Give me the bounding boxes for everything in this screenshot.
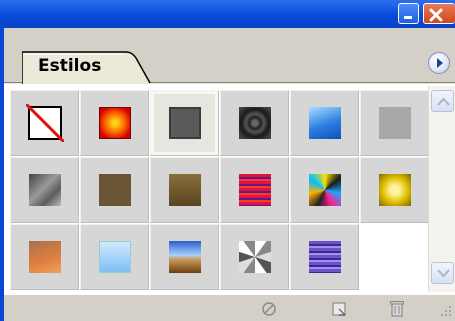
light-blue-swatch xyxy=(98,241,131,273)
light-gray-swatch xyxy=(378,107,411,139)
scroll-down-button[interactable] xyxy=(431,262,454,284)
style-none[interactable] xyxy=(10,90,79,156)
scroll-up-icon xyxy=(437,97,450,106)
style-black-ring[interactable] xyxy=(220,90,289,156)
styles-grid xyxy=(10,90,430,291)
resize-grip-icon[interactable] xyxy=(437,303,453,319)
brown-swatch xyxy=(98,174,131,206)
no-style-icon xyxy=(25,104,64,142)
style-landscape[interactable] xyxy=(150,224,219,290)
close-button[interactable] xyxy=(423,3,455,24)
style-light-blue[interactable] xyxy=(80,224,149,290)
dark-gray-swatch xyxy=(168,107,201,139)
scroll-down-icon xyxy=(437,269,450,278)
style-blue-gradient[interactable] xyxy=(290,90,359,156)
vertical-scrollbar[interactable] xyxy=(428,86,455,292)
black-ring-swatch xyxy=(238,107,271,139)
tab-estilos[interactable]: Estilos xyxy=(22,50,152,84)
landscape-swatch xyxy=(168,241,201,273)
scroll-up-button[interactable] xyxy=(431,90,454,112)
style-brown-square[interactable] xyxy=(80,157,149,223)
olive-gradient-swatch xyxy=(168,174,201,206)
gray-metal-swatch xyxy=(28,174,61,206)
sunset-swatch xyxy=(28,241,61,273)
window-titlebar[interactable] xyxy=(0,0,455,28)
tab-label: Estilos xyxy=(38,56,102,76)
red-glow-swatch xyxy=(98,107,131,139)
style-light-gray[interactable] xyxy=(360,90,429,156)
style-sunset-gradient[interactable] xyxy=(10,224,79,290)
multicolor-swatch xyxy=(308,174,341,206)
panel-menu-button[interactable] xyxy=(428,52,450,74)
triangle-right-icon xyxy=(437,58,443,68)
style-multicolor-blocks[interactable] xyxy=(290,157,359,223)
style-noise-texture[interactable] xyxy=(220,224,289,290)
close-icon xyxy=(429,8,443,22)
red-stripes-swatch xyxy=(238,174,271,206)
new-style-icon[interactable] xyxy=(330,300,348,318)
style-red-stripes[interactable] xyxy=(220,157,289,223)
purple-stripes-swatch xyxy=(308,241,341,273)
style-gray-metal[interactable] xyxy=(10,157,79,223)
minimize-button[interactable] xyxy=(398,3,419,24)
style-gold-frame[interactable] xyxy=(360,157,429,223)
delete-style-icon[interactable] xyxy=(388,298,406,318)
noise-swatch xyxy=(238,241,271,273)
style-olive-gradient[interactable] xyxy=(150,157,219,223)
blue-gradient-swatch xyxy=(308,107,341,139)
style-red-glow[interactable] xyxy=(80,90,149,156)
gold-swatch xyxy=(378,174,411,206)
clear-style-icon[interactable] xyxy=(260,300,278,318)
style-dark-gray-inset[interactable] xyxy=(150,90,219,156)
style-purple-stripes[interactable] xyxy=(290,224,359,290)
